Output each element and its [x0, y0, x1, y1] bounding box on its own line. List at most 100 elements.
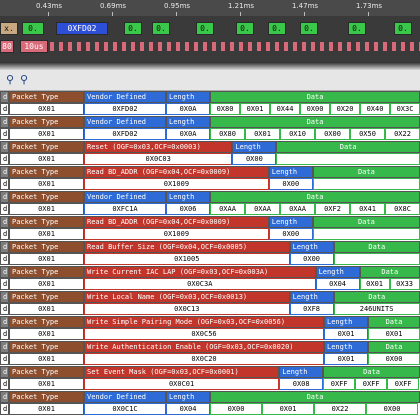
pulse-train	[50, 42, 420, 51]
length-header: Length	[166, 391, 210, 403]
command-header: Write Local Name (OGF=0x03,OCF=0x0013)	[84, 291, 290, 303]
packet-header-row[interactable]: d Packet Type Read Buffer Size (OGF=0x04,O…	[0, 241, 420, 253]
packet-list[interactable]: d Packet Type Vendor Defined Length Data d 0X0…	[0, 91, 420, 420]
data-byte: 0X3C	[390, 103, 420, 115]
data-header: Data	[359, 266, 420, 278]
packet-type-value: 0X01	[9, 303, 84, 315]
packet-type-value: 0X01	[9, 378, 84, 390]
truncated-column-value: d	[0, 203, 9, 215]
data-byte: 0X01	[240, 103, 270, 115]
binoculars-alt-icon[interactable]: ⚲	[18, 74, 30, 86]
packet-header-row[interactable]: d Packet Type Vendor Defined Length Data	[0, 116, 420, 128]
panel-splitter[interactable]	[0, 62, 420, 70]
packet-value-row[interactable]: d 0X01 0X0C20 0X01 0X00	[0, 353, 420, 365]
data-byte: 0X33	[389, 278, 420, 290]
packet-value-row[interactable]: d 0X01 0X0C56 0X01 0X01	[0, 328, 420, 340]
length-header: Length	[268, 166, 313, 178]
opcode-value: 0X0C20	[84, 353, 324, 365]
data-header: Data	[323, 366, 420, 378]
packet-value-row[interactable]: d 0X01 0X1009 0X00	[0, 178, 420, 190]
truncated-column-value: d	[0, 353, 9, 365]
data-header: Data	[368, 341, 420, 353]
data-byte: 0X00	[366, 403, 418, 415]
command-header: Set Event Mask (OGF=0x03,OCF=0x0001)	[84, 366, 280, 378]
time-tick-label: 0.69ms	[100, 2, 127, 10]
packet-type-header: Packet Type	[9, 316, 84, 328]
opcode-value: 0X0C56	[84, 328, 324, 340]
packet-header-row[interactable]: d Packet Type Write Local Name (OGF=0x03,O…	[0, 291, 420, 303]
packet-type-value: 0X01	[9, 128, 84, 140]
time-tick-label: 1.73ms	[356, 2, 383, 10]
packet-value-row[interactable]: d 0X01 0XFD02 0X0A 0X80 0X01 0X10 0X00 0X50 0X22	[0, 128, 420, 140]
command-header: Write Authentication Enable (OGF=0x03,OC…	[84, 341, 324, 353]
packet-value-row[interactable]: d 0X01 0XFD02 0X0A 0X80 0X01 0X44 0X00 0X20 0X40 0…	[0, 103, 420, 115]
opcode-value: 0X0C3A	[84, 278, 316, 290]
data-byte: 0X44	[270, 103, 300, 115]
truncated-column-header: d	[0, 91, 9, 103]
packet-header-row[interactable]: d Packet Type Read BD_ADDR (OGF=0x04,OCF=0…	[0, 216, 420, 228]
packet-value-row[interactable]: d 0X01 0X0C1C 0X04 0X00 0X01 0X22 0X00	[0, 403, 420, 415]
packet-value-row[interactable]: d 0X01 0X1009 0X00	[0, 228, 420, 240]
packet-value-row[interactable]: d 0X01 0X0C13 0XF8 246UNITS	[0, 303, 420, 315]
time-tick-label: 1.47ms	[292, 2, 319, 10]
length-value: 0X0A	[166, 103, 210, 115]
waveform-panel[interactable]: 0.43ms 0.69ms 0.95ms 1.21ms 1.47ms 1.73ms x. 0…	[0, 0, 420, 62]
packet-header-row[interactable]: d Packet Type Read BD_ADDR (OGF=0x04,OCF=0…	[0, 166, 420, 178]
time-tick-mark	[368, 12, 369, 16]
data-byte: 0X01	[359, 278, 390, 290]
length-header: Length	[166, 191, 210, 203]
data-header: Data	[312, 216, 420, 228]
time-ruler[interactable]: 0.43ms 0.69ms 0.95ms 1.21ms 1.47ms 1.73ms	[0, 0, 420, 16]
packet-type-header: Packet Type	[9, 391, 84, 403]
length-value: 0X0A	[166, 128, 210, 140]
packet-value-row[interactable]: d 0X01 0X0C03 0X00	[0, 153, 420, 165]
data-header: Data	[276, 141, 420, 153]
packet-header-row[interactable]: d Packet Type Write Simple Pairing Mode (O…	[0, 316, 420, 328]
packet-header-row[interactable]: d Packet Type Set Event Mask (OGF=0x03,OCF…	[0, 366, 420, 378]
packet-value-row[interactable]: d 0X01 0X1005 0X00	[0, 253, 420, 265]
opcode-value: 0X1009	[84, 178, 269, 190]
truncated-column-header: d	[0, 316, 9, 328]
data-byte: 246UNITS	[333, 303, 420, 315]
packet-type-header: Packet Type	[9, 191, 84, 203]
truncated-column-header: d	[0, 166, 9, 178]
truncated-column-header: d	[0, 366, 9, 378]
data-header: Data	[368, 316, 420, 328]
data-byte: 0X80	[210, 103, 240, 115]
binoculars-icon[interactable]: ⚲	[4, 74, 16, 86]
packet-header-row[interactable]: d Packet Type Vendor Defined Length Data	[0, 191, 420, 203]
decoded-segment: 0.	[124, 22, 142, 35]
time-tick-mark	[112, 12, 113, 16]
data-header: Data	[333, 291, 420, 303]
length-value: 0X04	[315, 278, 360, 290]
length-header: Length	[166, 91, 210, 103]
length-value: 0X01	[324, 328, 368, 340]
decoded-segment: 0XFD02	[56, 22, 108, 35]
opcode-value: 0X0C13	[84, 303, 290, 315]
packet-value-row[interactable]: d 0X01 0XFC1A 0X06 0XAA 0XAA 0XAA 0XF2 0X41 0X8C	[0, 203, 420, 215]
decoded-segment: 0.	[152, 22, 170, 35]
packet-header-row[interactable]: d Packet Type Write Current IAC LAP (OGF=0…	[0, 266, 420, 278]
time-tick-mark	[48, 12, 49, 16]
data-value-empty	[312, 228, 420, 240]
packet-type-value: 0X01	[9, 103, 84, 115]
data-header: Data	[333, 241, 420, 253]
packet-type-value: 0X01	[9, 153, 84, 165]
packet-value-row[interactable]: d 0X01 0X0C3A 0X04 0X01 0X33	[0, 278, 420, 290]
packet-header-row[interactable]: d Packet Type Vendor Defined Length Data	[0, 91, 420, 103]
packet-type-value: 0X01	[9, 353, 84, 365]
truncated-column-value: d	[0, 228, 9, 240]
decoded-segment: x.	[0, 22, 18, 35]
packet-header-row[interactable]: d Packet Type Reset (OGF=0x03,OCF=0x0003) L…	[0, 141, 420, 153]
truncated-column-header: d	[0, 241, 9, 253]
decoded-segment: 0.	[268, 22, 286, 35]
packet-header-row[interactable]: d Packet Type Write Authentication Enable …	[0, 341, 420, 353]
opcode-value: 0X1005	[84, 253, 290, 265]
command-header: Vendor Defined	[84, 91, 166, 103]
packet-header-row[interactable]: d Packet Type Vendor Defined Length Data	[0, 391, 420, 403]
packet-value-row[interactable]: d 0X01 0X0C01 0X08 0XFF 0XFF 0XFF	[0, 378, 420, 390]
truncated-column-header: d	[0, 341, 9, 353]
data-byte: 0XAA	[210, 203, 245, 215]
data-byte: 0XAA	[280, 203, 315, 215]
packet-type-header: Packet Type	[9, 216, 84, 228]
